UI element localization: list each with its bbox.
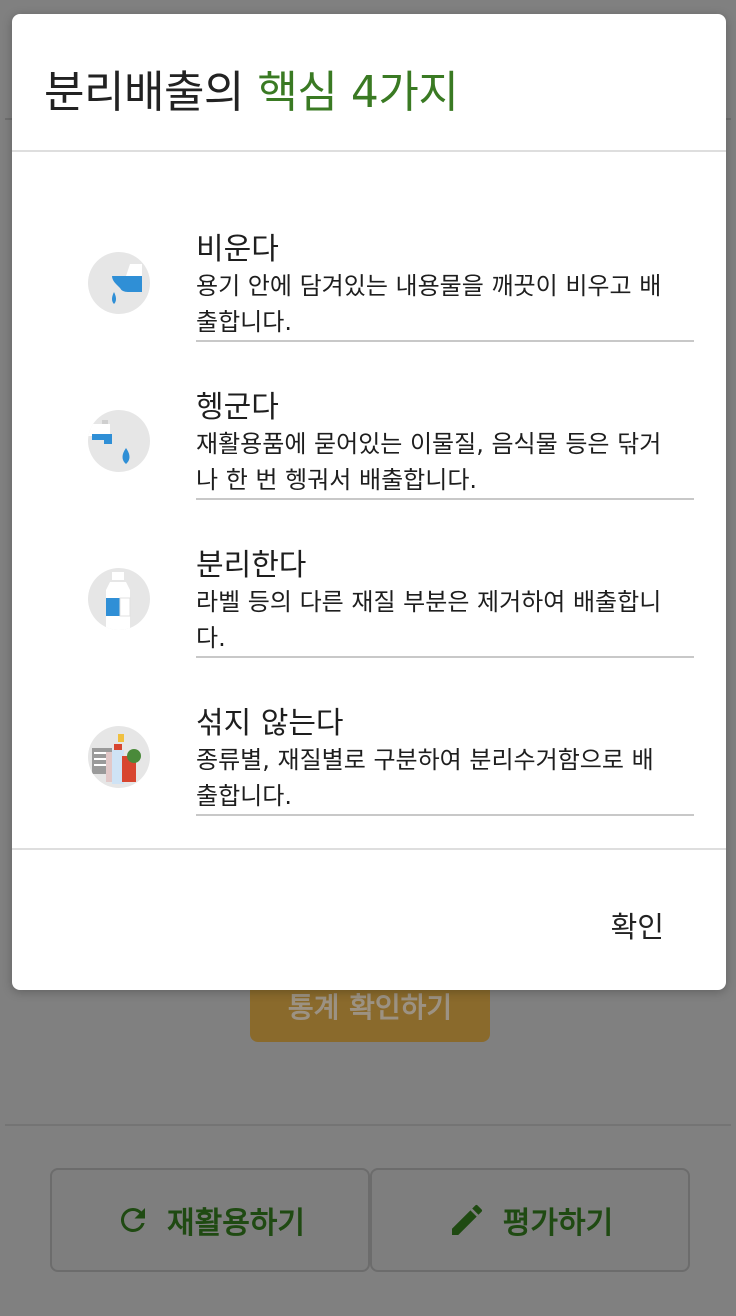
tip-description: 종류별, 재질별로 구분하여 분리수거함으로 배출합니다.: [196, 746, 654, 810]
tip-heading: 헹군다: [196, 390, 279, 425]
rate-button[interactable]: 평가하기: [370, 1168, 690, 1272]
recycling-tips-dialog: 분리배출의 핵심 4가지 비운다 용기 안에 담겨있는 내용물을 깨끗이 비우고…: [12, 14, 726, 990]
tip-heading: 섞지 않는다: [196, 706, 344, 741]
tip-description: 재활용품에 묻어있는 이물질, 음식물 등은 닦거나 한 번 헹궈서 배출합니다…: [196, 430, 662, 494]
dialog-title: 분리배출의 핵심 4가지: [44, 67, 459, 118]
tip-description: 라벨 등의 다른 재질 부분은 제거하여 배출합니다.: [196, 588, 662, 652]
pencil-icon: [447, 1200, 487, 1240]
dialog-header-divider: [12, 150, 726, 152]
tip-item-rinse: 헹군다 재활용품에 묻어있는 이물질, 음식물 등은 닦거나 한 번 헹궈서 배…: [12, 342, 726, 500]
sorted-waste-icon: [88, 726, 150, 788]
dialog-footer-divider: [12, 848, 726, 850]
rate-button-label: 평가하기: [502, 1206, 614, 1241]
tip-heading: 비운다: [196, 232, 279, 267]
tip-item-empty: 비운다 용기 안에 담겨있는 내용물을 깨끗이 비우고 배출합니다.: [12, 184, 726, 342]
recycle-button-label: 재활용하기: [167, 1206, 305, 1241]
bottle-icon: [88, 568, 150, 630]
tip-item-separate: 분리한다 라벨 등의 다른 재질 부분은 제거하여 배출합니다.: [12, 500, 726, 658]
background-divider: [5, 1124, 731, 1126]
refresh-icon: [115, 1202, 151, 1238]
confirm-button[interactable]: 확인: [607, 898, 668, 952]
tip-item-no-mix: 섞지 않는다 종류별, 재질별로 구분하여 분리수거함으로 배출합니다.: [12, 658, 726, 816]
pour-icon: [88, 252, 150, 314]
tip-heading: 분리한다: [196, 548, 307, 583]
recycle-button[interactable]: 재활용하기: [50, 1168, 370, 1272]
tip-divider: [196, 814, 694, 816]
tip-description: 용기 안에 담겨있는 내용물을 깨끗이 비우고 배출합니다.: [196, 272, 662, 336]
faucet-icon: [88, 410, 150, 472]
